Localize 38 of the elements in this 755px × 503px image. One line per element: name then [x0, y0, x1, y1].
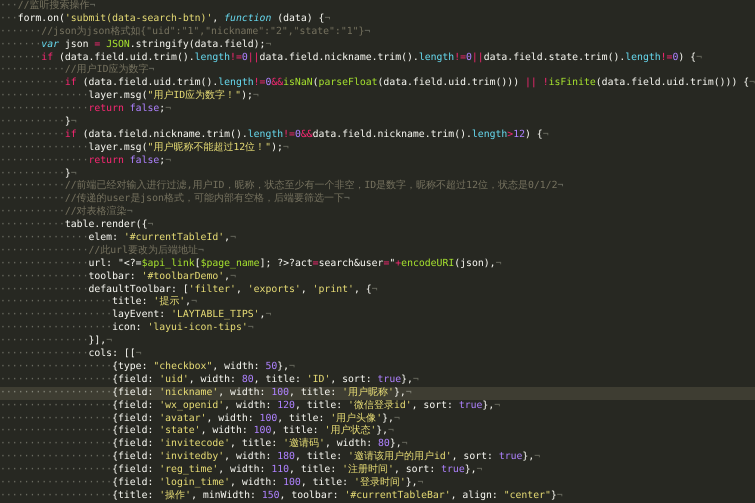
code-line: ···············//此url要改为后端地址¬	[0, 244, 205, 258]
code-line: ···················{field: 'avatar', width: 100, title: '用户头像'},¬	[0, 412, 401, 424]
code-line: ···········}¬	[0, 116, 78, 129]
code-line: ···········//对表格渲染¬	[0, 206, 134, 220]
code-line: ···········table.render({¬	[0, 219, 154, 232]
code-line: ···············toolbar: '#toolbarDemo',¬	[0, 270, 237, 284]
code-line: ···············return false;¬	[0, 103, 172, 116]
code-line: ···········//前端已经对输入进行过滤,用户ID，昵称，状态至少有一个非空，ID是数字，昵称不超过12位，状态是0/1/2¬	[0, 180, 564, 192]
code-line: ···············return false;¬	[0, 154, 172, 168]
code-line: ···················{field: 'invitedby', width: 180, title: '邀请该用户的用户id', sort: true},¬	[0, 451, 542, 464]
code-line: ···············url: "<?=$api_link[$page_name]; ?>?act=search&user="+encodeURI(json),¬	[0, 258, 502, 271]
code-line: ···········//用户ID应为数字¬	[0, 64, 156, 78]
code-line: ···········if (data.field.uid.trim().length!=0&&isNaN(parseFloat(data.field.uid.trim())) || !isFinite(data.field.uid.trim())) {¬	[0, 77, 755, 90]
code-line: ···············cols: [[¬	[0, 348, 143, 361]
code-line: ···········//传递的user是json格式，可能内部有空格，后端要筛选一下¬	[0, 193, 351, 206]
code-line: ···················{field: 'invitecode', title: '邀请码', width: 80},¬	[0, 438, 409, 450]
code-line: ···················icon: 'layui-icon-tips'¬	[0, 322, 255, 336]
code-line: ·······//json为json格式如{"uid":"1","nickname":"2","state":"1"}¬	[0, 26, 372, 39]
code-line: ···········}¬	[0, 168, 78, 180]
code-line: ···················{field: 'wx_openid', width: 120, title: '微信登录id', sort: true},¬	[0, 400, 502, 412]
code-line: ···············}],¬	[0, 335, 114, 348]
code-line: ···················{field: 'state', width: 100, title: '用户状态'},¬	[0, 425, 395, 438]
code-line: ···················title: '提示',¬	[0, 296, 198, 310]
code-line: ·······if (data.field.uid.trim().length!=0||data.field.nickname.trim().length!=0||data.field.state.trim().length!=0) {¬	[0, 52, 703, 64]
code-line: ···················{title: '操作', minWidth: 150, toolbar: '#currentTableBar', align: "center"}¬	[0, 490, 564, 503]
code-line: ···············layer.msg("用户昵称不能超过12位！");¬	[0, 142, 290, 155]
code-line: ···········if (data.field.nickname.trim().length!=0&&data.field.nickname.trim().length>12) {¬	[0, 128, 550, 142]
code-line: ·······var json = JSON.stringify(data.field);¬	[0, 38, 272, 52]
code-line: ···················{field: 'login_time', width: 100, title: '登录时间'},¬	[0, 476, 424, 490]
code-line: ···//监听搜索操作¬	[0, 0, 96, 13]
code-line: ···················{type: "checkbox", width: 50},¬	[0, 360, 296, 374]
code-line: ···················{field: 'reg_time', width: 110, title: '注册时间', sort: true},¬	[0, 464, 484, 476]
code-line: ···form.on('submit(data-search-btn)', function (data) {¬	[0, 12, 332, 26]
code-line: ···············layer.msg("用户ID应为数字！");¬	[0, 90, 260, 104]
code-line: ···············elem: '#currentTableId',¬	[0, 232, 237, 244]
code-line: ···················layEvent: 'LAYTABLE_TIPS',¬	[0, 309, 272, 322]
code-line: ···················{field: 'uid', width: 80, title: 'ID', sort: true},¬	[0, 374, 420, 386]
code-line: ···············defaultToolbar: ['filter', 'exports', 'print', {¬	[0, 284, 379, 296]
